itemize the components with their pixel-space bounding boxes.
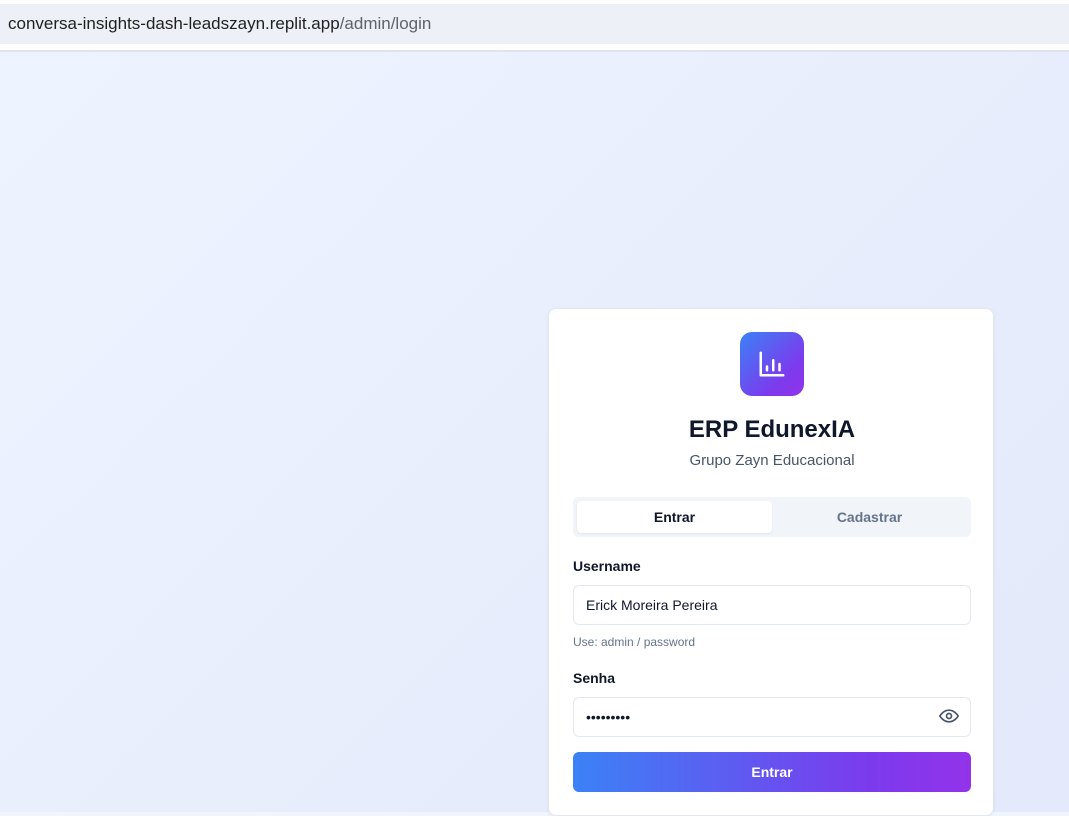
- browser-address-bar: conversa-insights-dash-leadszayn.replit.…: [0, 0, 1069, 52]
- eye-icon: [939, 709, 959, 723]
- app-title: ERP EdunexIA: [688, 416, 856, 443]
- password-input[interactable]: [573, 697, 971, 737]
- auth-tabs: Entrar Cadastrar: [573, 497, 971, 537]
- page-background: ERP EdunexIA Grupo Zayn Educacional Entr…: [0, 52, 1069, 816]
- password-label: Senha: [573, 670, 616, 686]
- url-field[interactable]: conversa-insights-dash-leadszayn.replit.…: [0, 4, 1069, 44]
- username-input[interactable]: [573, 585, 971, 625]
- credentials-hint: Use: admin / password: [573, 635, 696, 649]
- username-label: Username: [573, 558, 641, 574]
- bar-chart-icon: [759, 351, 785, 377]
- app-subtitle: Grupo Zayn Educacional: [689, 452, 855, 469]
- url-path: /admin/login: [339, 14, 432, 33]
- app-logo: [740, 332, 804, 396]
- login-submit-button[interactable]: Entrar: [573, 752, 971, 792]
- tab-entrar[interactable]: Entrar: [577, 501, 772, 533]
- toggle-password-visibility-button[interactable]: [938, 708, 960, 724]
- tab-cadastrar[interactable]: Cadastrar: [772, 501, 967, 533]
- login-card: ERP EdunexIA Grupo Zayn Educacional Entr…: [548, 308, 994, 816]
- url-host: conversa-insights-dash-leadszayn.replit.…: [8, 14, 340, 33]
